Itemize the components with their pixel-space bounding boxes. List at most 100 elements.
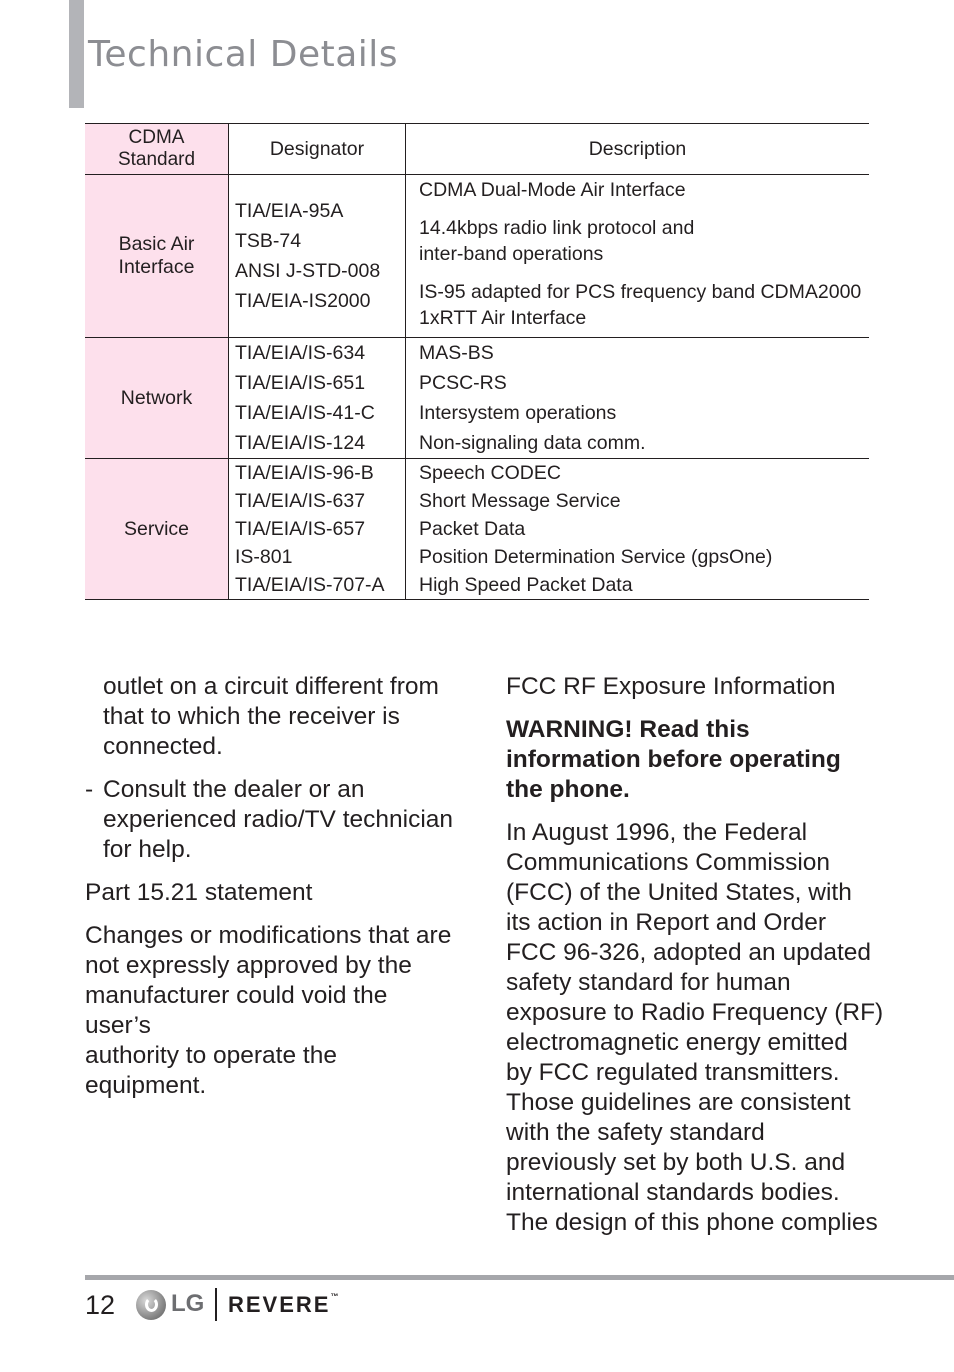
designator: TIA/EIA/IS-634 [235, 342, 366, 364]
text-line: equipment. [85, 1072, 207, 1099]
section-heading-fcc-rf: FCC RF Exposure Information [506, 673, 836, 700]
cdma-standards-table: CDMA Standard Designator Description Bas… [85, 123, 869, 600]
text-line: with the safety standard [506, 1119, 765, 1146]
text-line: Changes or modifications that are [85, 922, 452, 949]
text-line: WARNING! Read this [506, 716, 750, 743]
text-line: outlet on a circuit different from [103, 673, 439, 700]
text-line: connected. [103, 733, 223, 760]
header-std-line: CDMA [128, 127, 185, 148]
description: High Speed Packet Data [419, 574, 633, 596]
page-number: 12 [85, 1290, 116, 1320]
description-block: CDMA Dual-Mode Air Interface [419, 177, 869, 203]
designator-cell: TIA/EIA-95A TSB-74 ANSI J-STD-008 TIA/EI… [228, 174, 406, 338]
category-label: Service [123, 517, 190, 540]
left-column: outlet on a circuit different from that … [85, 672, 455, 1114]
text-line: FCC 96-326, adopted an updated [506, 939, 872, 966]
page-title: Technical Details [88, 34, 399, 75]
part-15-21-paragraph: Changes or modifications that are not ex… [85, 921, 455, 1101]
text-line: exposure to Radio Frequency (RF) [506, 999, 884, 1026]
designator: TIA/EIA/IS-657 [235, 518, 366, 540]
designator: TIA/EIA/IS-637 [235, 490, 366, 512]
text-line: manufacturer could void the user’s [85, 982, 388, 1039]
designator: TIA/EIA-IS2000 [235, 290, 371, 312]
description: Speech CODEC [419, 462, 561, 484]
description: Non-signaling data comm. [419, 432, 646, 454]
description: CDMA Dual-Mode Air Interface [419, 179, 686, 201]
lg-logo-icon [136, 1290, 166, 1320]
category-label: Interface [118, 256, 195, 278]
description: IS-95 adapted for PCS frequency band CDM… [419, 281, 862, 303]
description-block: 14.4kbps radio link protocol and inter-b… [419, 215, 869, 267]
description-cell: MAS-BS PCSC-RS Intersystem operations No… [405, 337, 869, 459]
category-cell: Network [85, 337, 229, 459]
product-name: REVERE™ [228, 1292, 338, 1318]
description: Packet Data [419, 518, 526, 540]
description-cell: Speech CODEC Short Message Service Packe… [405, 458, 869, 600]
text-line: Those guidelines are consistent [506, 1089, 851, 1116]
table-row-basic-air-interface: Basic Air Interface TIA/EIA-95A TSB-74 A… [85, 174, 869, 338]
title-accent-bar [69, 0, 84, 108]
table-row-service: Service TIA/EIA/IS-96-B TIA/EIA/IS-637 T… [85, 458, 869, 600]
description: Short Message Service [419, 490, 621, 512]
header-std-line: Standard [117, 149, 196, 170]
text-line: its action in Report and Order [506, 909, 827, 936]
lg-brand-text: LG [171, 1290, 205, 1317]
section-heading-part-15-21: Part 15.21 statement [85, 879, 313, 906]
designator: TIA/EIA/IS-41-C [235, 402, 375, 424]
text-line: Communications Commission [506, 849, 831, 876]
designator: TIA/EIA/IS-124 [235, 432, 366, 454]
designator: TIA/EIA/IS-707-A [235, 574, 385, 596]
description: 14.4kbps radio link protocol and [419, 217, 695, 239]
description-cell: CDMA Dual-Mode Air Interface 14.4kbps ra… [405, 174, 869, 338]
designator: TSB-74 [235, 230, 302, 252]
text-line: Consult the dealer or an [103, 776, 365, 803]
category-cell: Service [85, 458, 229, 600]
description: MAS-BS [419, 342, 494, 364]
warning-heading: WARNING! Read this information before op… [506, 715, 886, 805]
bullet-dash: - [85, 776, 94, 803]
text-line: The design of this phone complies [506, 1209, 878, 1236]
table-row-network: Network TIA/EIA/IS-634 TIA/EIA/IS-651 TI… [85, 337, 869, 459]
designator: IS-801 [235, 546, 293, 568]
text-line: authority to operate the [85, 1042, 337, 1069]
description: 1xRTT Air Interface [419, 307, 587, 329]
text-line: experienced radio/TV technician [103, 806, 454, 833]
product-name-text: REVERE [228, 1292, 331, 1317]
text-line: information before operating [506, 746, 841, 773]
brand-separator [215, 1288, 217, 1321]
continuation-paragraph: outlet on a circuit different from that … [103, 672, 455, 762]
trademark-symbol: ™ [330, 1292, 339, 1301]
text-line: In August 1996, the Federal [506, 819, 808, 846]
table-header-row: CDMA Standard Designator Description [85, 123, 869, 175]
fcc-rf-paragraph: In August 1996, the Federal Communicatio… [506, 818, 886, 1238]
right-column: FCC RF Exposure Information WARNING! Rea… [506, 672, 886, 1251]
text-line: by FCC regulated transmitters. [506, 1059, 840, 1086]
designator: TIA/EIA/IS-96-B [235, 462, 374, 484]
description: inter-band operations [419, 243, 604, 265]
text-line: not expressly approved by the [85, 952, 412, 979]
text-line: electromagnetic energy emitted [506, 1029, 848, 1056]
description: PCSC-RS [419, 372, 507, 394]
text-line: international standards bodies. [506, 1179, 840, 1206]
designator: ANSI J-STD-008 [235, 260, 381, 282]
bullet-item: - Consult the dealer or an experienced r… [85, 775, 455, 865]
text-line: for help. [103, 836, 192, 863]
text-line: the phone. [506, 776, 630, 803]
description-block: IS-95 adapted for PCS frequency band CDM… [419, 279, 869, 331]
designator: TIA/EIA-95A [235, 200, 344, 222]
text-line: safety standard for human [506, 969, 791, 996]
header-description: Description [405, 123, 869, 175]
category-label: Network [120, 386, 193, 409]
text-line: that to which the receiver is [103, 703, 400, 730]
category-label: Basic Air [118, 233, 195, 255]
designator-cell: TIA/EIA/IS-634 TIA/EIA/IS-651 TIA/EIA/IS… [228, 337, 406, 459]
designator-cell: TIA/EIA/IS-96-B TIA/EIA/IS-637 TIA/EIA/I… [228, 458, 406, 600]
header-designator: Designator [228, 123, 406, 175]
text-line: previously set by both U.S. and [506, 1149, 846, 1176]
header-cdma-standard: CDMA Standard [85, 123, 229, 175]
category-cell: Basic Air Interface [85, 174, 229, 338]
designator: TIA/EIA/IS-651 [235, 372, 366, 394]
footer-rule [85, 1275, 954, 1280]
description: Position Determination Service (gpsOne) [419, 546, 773, 568]
text-line: (FCC) of the United States, with [506, 879, 852, 906]
